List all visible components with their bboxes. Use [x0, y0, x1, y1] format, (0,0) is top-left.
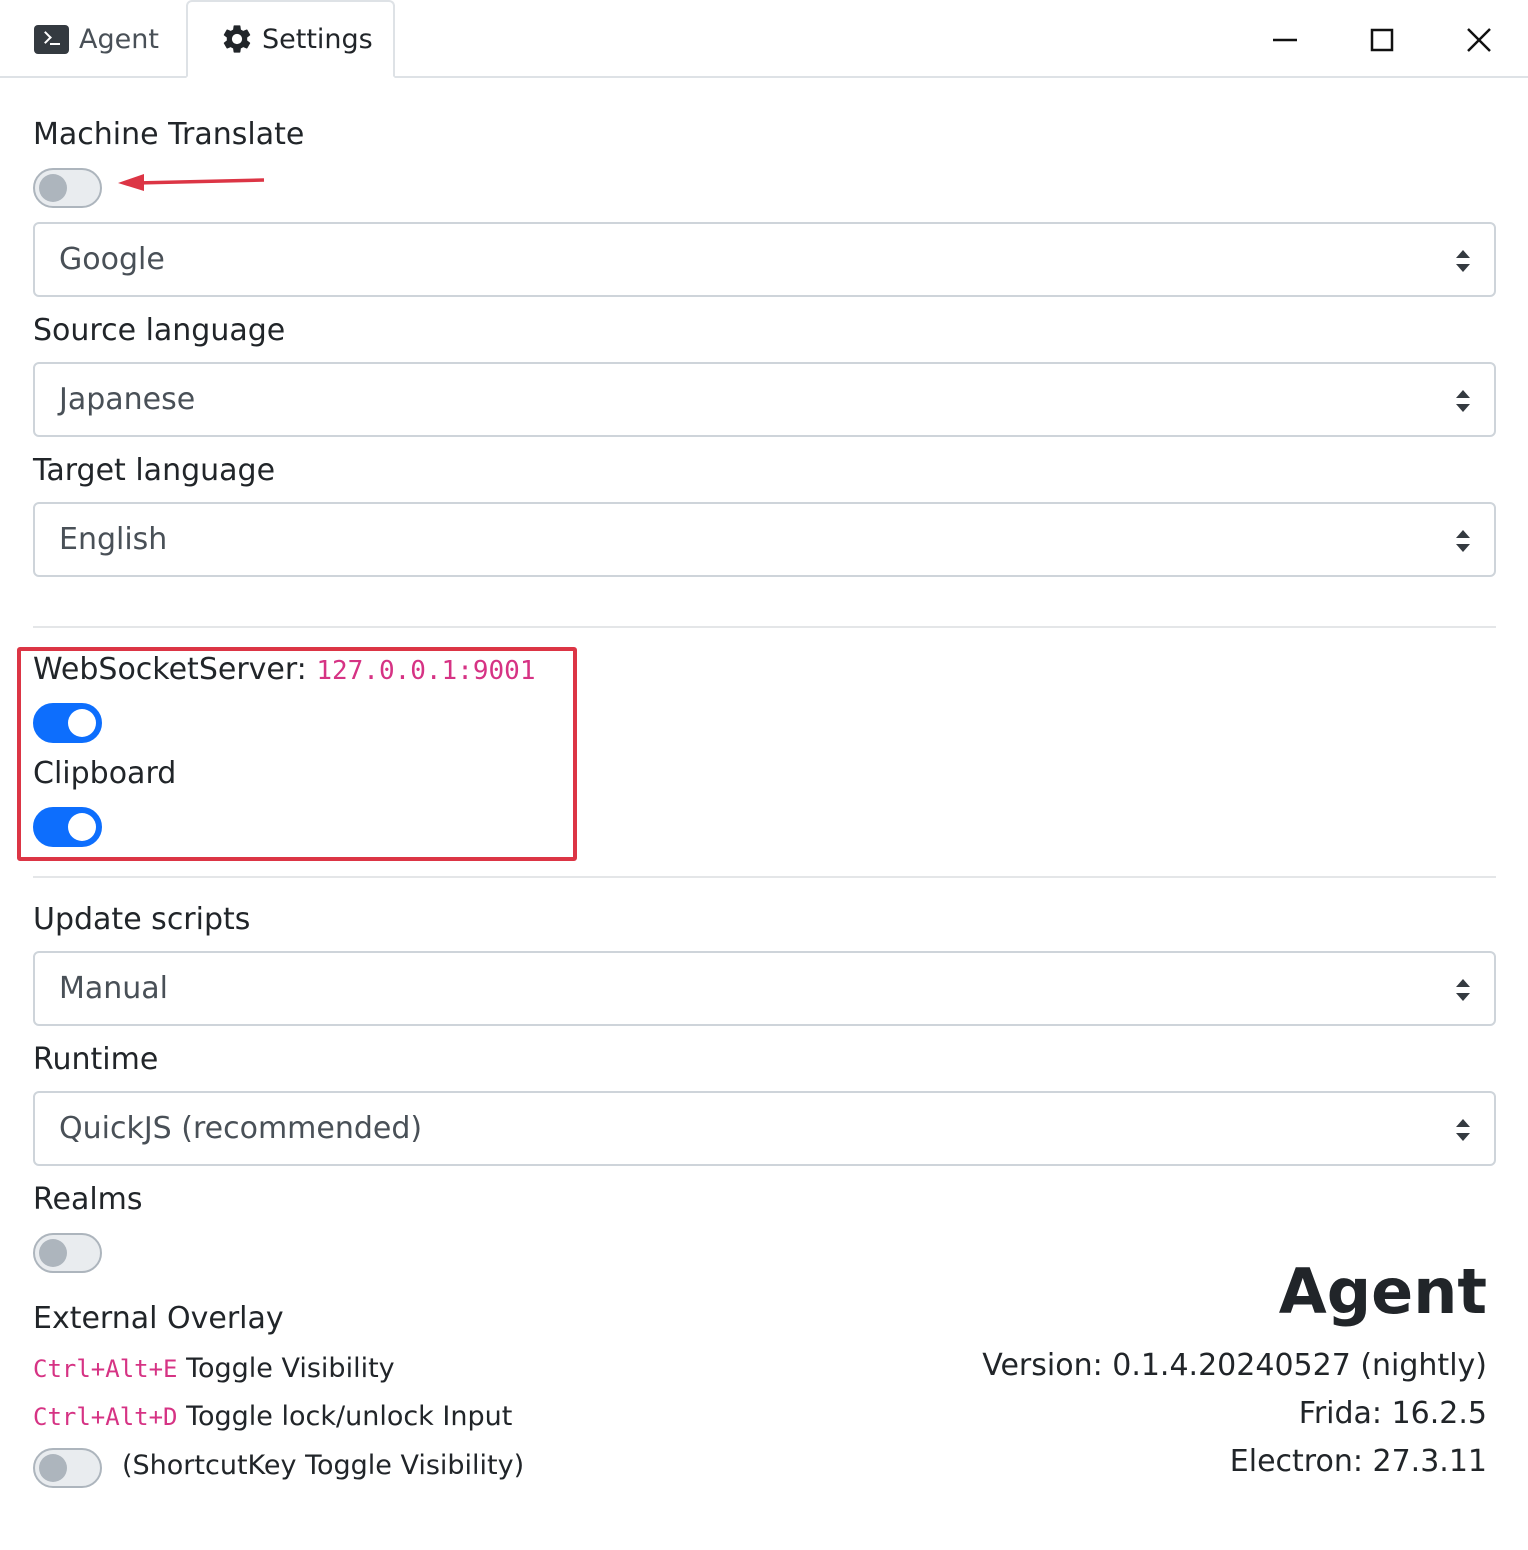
- update-scripts-label: Update scripts: [33, 902, 251, 937]
- update-scripts-value: Manual: [59, 971, 169, 1006]
- target-language-select[interactable]: English: [33, 502, 1496, 577]
- machine-translate-label: Machine Translate: [33, 117, 305, 152]
- divider: [33, 626, 1496, 628]
- sort-caret-icon: [1456, 1119, 1470, 1141]
- shortcut-description: Toggle lock/unlock Input: [186, 1401, 513, 1432]
- about-title: Agent: [1278, 1255, 1487, 1328]
- target-language-value: English: [59, 522, 168, 557]
- about-electron: Electron: 27.3.11: [1229, 1444, 1487, 1479]
- tab-agent-label: Agent: [79, 23, 159, 55]
- toggle-knob: [68, 709, 96, 737]
- title-bar: Agent Settings: [0, 0, 1528, 78]
- shortcut-key: Ctrl+Alt+D: [33, 1403, 178, 1431]
- shortcut-description: Toggle Visibility: [186, 1353, 395, 1384]
- realms-toggle[interactable]: [33, 1233, 102, 1273]
- shortcut-row-visibility: Ctrl+Alt+E Toggle Visibility: [33, 1353, 395, 1384]
- sort-caret-icon: [1456, 390, 1470, 412]
- annotation-arrow: [118, 174, 265, 191]
- source-language-value: Japanese: [59, 382, 196, 417]
- window-maximize-button[interactable]: [1360, 18, 1404, 62]
- maximize-icon: [1370, 28, 1394, 52]
- clipboard-toggle[interactable]: [33, 807, 102, 847]
- shortcut-toggle-visibility-label: (ShortcutKey Toggle Visibility): [122, 1450, 525, 1481]
- toggle-knob: [39, 174, 67, 202]
- about-frida: Frida: 16.2.5: [1298, 1396, 1487, 1431]
- sort-caret-icon: [1456, 250, 1470, 272]
- shortcut-toggle-visibility-toggle[interactable]: [33, 1448, 102, 1488]
- window-close-button[interactable]: [1457, 18, 1501, 62]
- translate-provider-value: Google: [59, 242, 165, 277]
- websocket-toggle[interactable]: [33, 703, 102, 743]
- sort-caret-icon: [1456, 979, 1470, 1001]
- runtime-select[interactable]: QuickJS (recommended): [33, 1091, 1496, 1166]
- websocket-address: 127.0.0.1:9001: [316, 656, 536, 686]
- toggle-knob: [39, 1239, 67, 1267]
- websocket-label: WebSocketServer:: [33, 652, 307, 687]
- about-version: Version: 0.1.4.20240527 (nightly): [982, 1348, 1487, 1383]
- tab-settings-label: Settings: [262, 23, 373, 55]
- runtime-value: QuickJS (recommended): [59, 1111, 423, 1146]
- realms-label: Realms: [33, 1182, 143, 1217]
- toggle-knob: [68, 813, 96, 841]
- update-scripts-select[interactable]: Manual: [33, 951, 1496, 1026]
- clipboard-label: Clipboard: [33, 756, 177, 791]
- source-language-label: Source language: [33, 313, 286, 348]
- machine-translate-toggle[interactable]: [33, 168, 102, 208]
- target-language-label: Target language: [33, 453, 276, 488]
- close-icon: [1467, 28, 1491, 52]
- toggle-knob: [39, 1454, 67, 1482]
- source-language-select[interactable]: Japanese: [33, 362, 1496, 437]
- shortcut-key: Ctrl+Alt+E: [33, 1355, 178, 1383]
- runtime-label: Runtime: [33, 1042, 159, 1077]
- shortcut-row-lock: Ctrl+Alt+D Toggle lock/unlock Input: [33, 1401, 512, 1432]
- sort-caret-icon: [1456, 530, 1470, 552]
- minimize-icon: [1273, 38, 1297, 42]
- tab-agent[interactable]: Agent: [34, 0, 159, 78]
- tab-settings[interactable]: Settings: [186, 0, 395, 78]
- gear-icon: [223, 25, 251, 53]
- divider: [33, 876, 1496, 878]
- terminal-icon: [34, 24, 69, 54]
- external-overlay-label: External Overlay: [33, 1301, 284, 1336]
- window-minimize-button[interactable]: [1263, 18, 1307, 62]
- translate-provider-select[interactable]: Google: [33, 222, 1496, 297]
- websocket-label-row: WebSocketServer: 127.0.0.1:9001: [33, 652, 535, 687]
